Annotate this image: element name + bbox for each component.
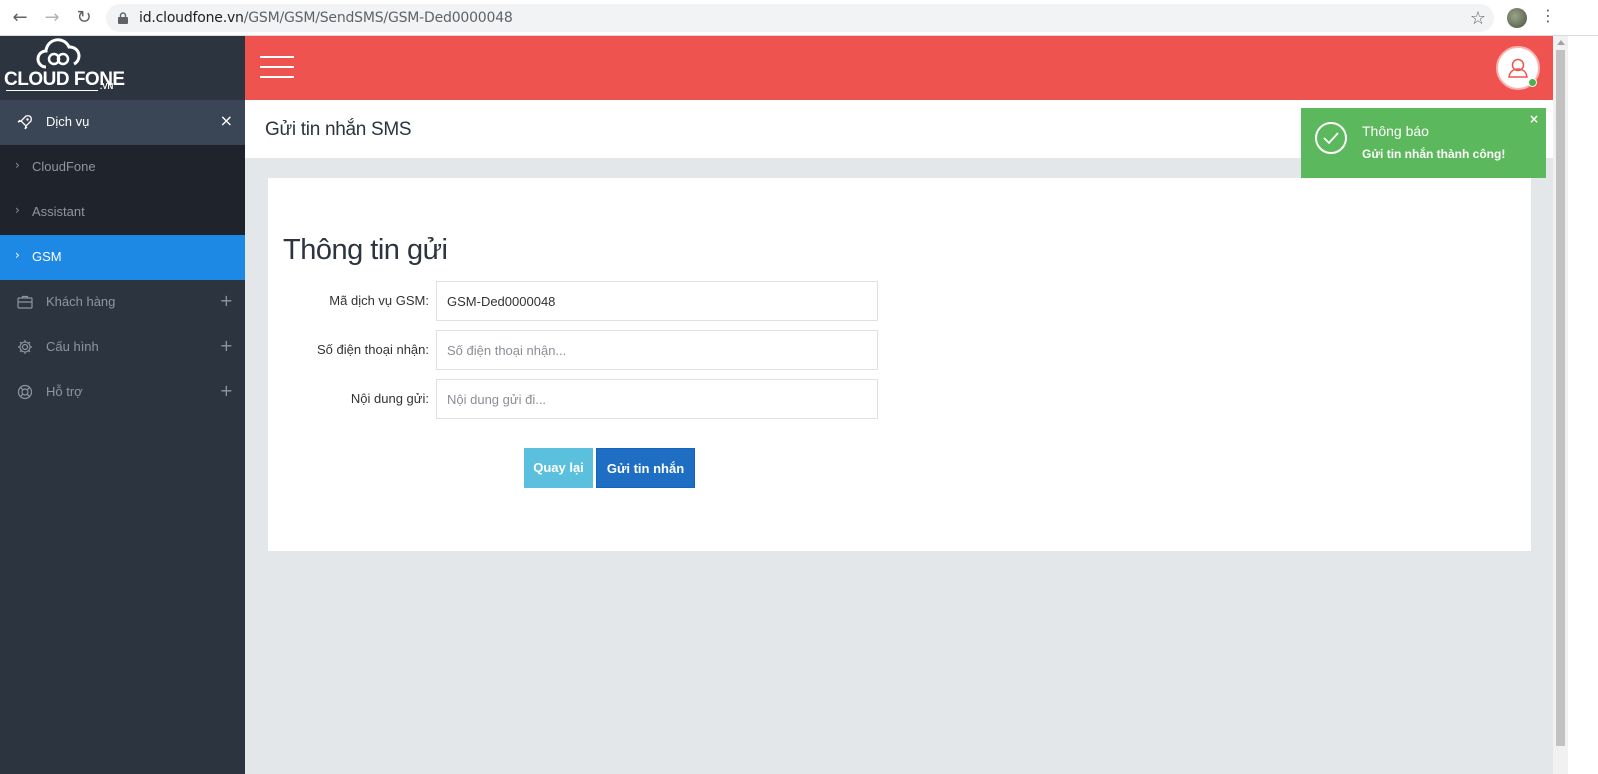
rocket-icon <box>17 115 32 130</box>
phone-number-field[interactable] <box>436 330 878 370</box>
back-button[interactable]: Quay lại <box>524 448 593 488</box>
url-text: id.cloudfone.vn/GSM/GSM/SendSMS/GSM-Ded0… <box>139 10 513 26</box>
briefcase-icon <box>17 295 33 309</box>
chevron-right-icon: › <box>15 158 20 172</box>
send-sms-card: Thông tin gửi Mã dịch vụ GSM: Số điện th… <box>268 178 1531 551</box>
sidebar-section-customers[interactable]: Khách hàng + <box>0 280 245 325</box>
online-status-dot <box>1528 78 1537 87</box>
expand-plus-icon[interactable]: + <box>220 291 233 310</box>
sidebar: CLOUD FONE .VN Dịch vụ × › CloudFone › A… <box>0 36 245 774</box>
cloud-logo-icon <box>36 38 81 69</box>
browser-menu-icon[interactable]: ⋮ <box>1540 6 1556 25</box>
sidebar-item-gsm[interactable]: › GSM <box>0 235 245 280</box>
chevron-right-icon: › <box>15 248 20 262</box>
sidebar-section-settings[interactable]: Cấu hình + <box>0 325 245 370</box>
browser-profile-avatar[interactable] <box>1507 8 1527 28</box>
content-row: Nội dung gửi: <box>268 379 888 419</box>
message-content-field[interactable] <box>436 379 878 419</box>
bookmark-star-icon[interactable]: ☆ <box>1470 8 1486 29</box>
scroll-thumb[interactable] <box>1556 50 1565 746</box>
collapse-close-icon[interactable]: × <box>220 111 233 130</box>
service-code-label: Mã dịch vụ GSM: <box>329 293 429 308</box>
hamburger-menu-icon[interactable] <box>260 56 294 78</box>
sidebar-section-label: Hỗ trợ <box>46 384 83 399</box>
sidebar-item-label: Assistant <box>32 204 85 219</box>
sidebar-item-label: CloudFone <box>32 159 96 174</box>
close-icon[interactable]: × <box>1529 112 1539 126</box>
gear-icon <box>18 340 32 354</box>
success-toast: Thông báo Gửi tin nhắn thành công! × <box>1301 108 1546 178</box>
top-header <box>245 36 1553 100</box>
form-title: Thông tin gửi <box>283 234 448 266</box>
checkmark-icon <box>1315 122 1347 154</box>
sidebar-section-label: Khách hàng <box>46 294 116 309</box>
sidebar-section-label: Dịch vụ <box>46 114 90 129</box>
send-message-button[interactable]: Gửi tin nhắn <box>596 448 695 488</box>
url-host: id.cloudfone.vn <box>139 10 244 26</box>
forward-arrow-icon[interactable]: → <box>41 7 63 29</box>
sidebar-item-cloudfone[interactable]: › CloudFone <box>0 145 245 190</box>
back-arrow-icon[interactable]: ← <box>9 7 31 29</box>
logo-underline <box>6 90 98 91</box>
lock-icon <box>118 12 128 24</box>
sidebar-section-support[interactable]: Hỗ trợ + <box>0 370 245 415</box>
chevron-right-icon: › <box>15 203 20 217</box>
scroll-up-arrow-icon[interactable] <box>1557 40 1565 45</box>
address-bar[interactable]: id.cloudfone.vn/GSM/GSM/SendSMS/GSM-Ded0… <box>106 4 1494 32</box>
content-label: Nội dung gửi: <box>350 391 429 406</box>
sidebar-item-assistant[interactable]: › Assistant <box>0 190 245 235</box>
logo-subtext: .VN <box>100 82 114 91</box>
toast-message: Gửi tin nhắn thành công! <box>1362 147 1506 161</box>
toast-title: Thông báo <box>1362 123 1429 139</box>
phone-label: Số điện thoại nhận: <box>316 342 429 357</box>
page-title: Gửi tin nhắn SMS <box>265 119 412 140</box>
service-code-field[interactable] <box>436 281 878 321</box>
expand-plus-icon[interactable]: + <box>220 336 233 355</box>
sidebar-section-services[interactable]: Dịch vụ × <box>0 100 245 145</box>
expand-plus-icon[interactable]: + <box>220 381 233 400</box>
sidebar-item-label: GSM <box>32 249 62 264</box>
url-path: /GSM/GSM/SendSMS/GSM-Ded0000048 <box>243 10 513 26</box>
window-edge <box>1568 36 1598 774</box>
phone-row: Số điện thoại nhận: <box>268 330 888 370</box>
sidebar-section-label: Cấu hình <box>46 339 99 354</box>
page-scrollbar[interactable] <box>1553 36 1568 774</box>
browser-toolbar: ← → ↻ id.cloudfone.vn/GSM/GSM/SendSMS/GS… <box>0 0 1598 36</box>
service-code-row: Mã dịch vụ GSM: <box>268 281 888 321</box>
cloudfone-logo[interactable]: CLOUD FONE .VN <box>0 36 245 100</box>
lifebuoy-icon <box>17 384 33 400</box>
reload-icon[interactable]: ↻ <box>73 7 95 29</box>
